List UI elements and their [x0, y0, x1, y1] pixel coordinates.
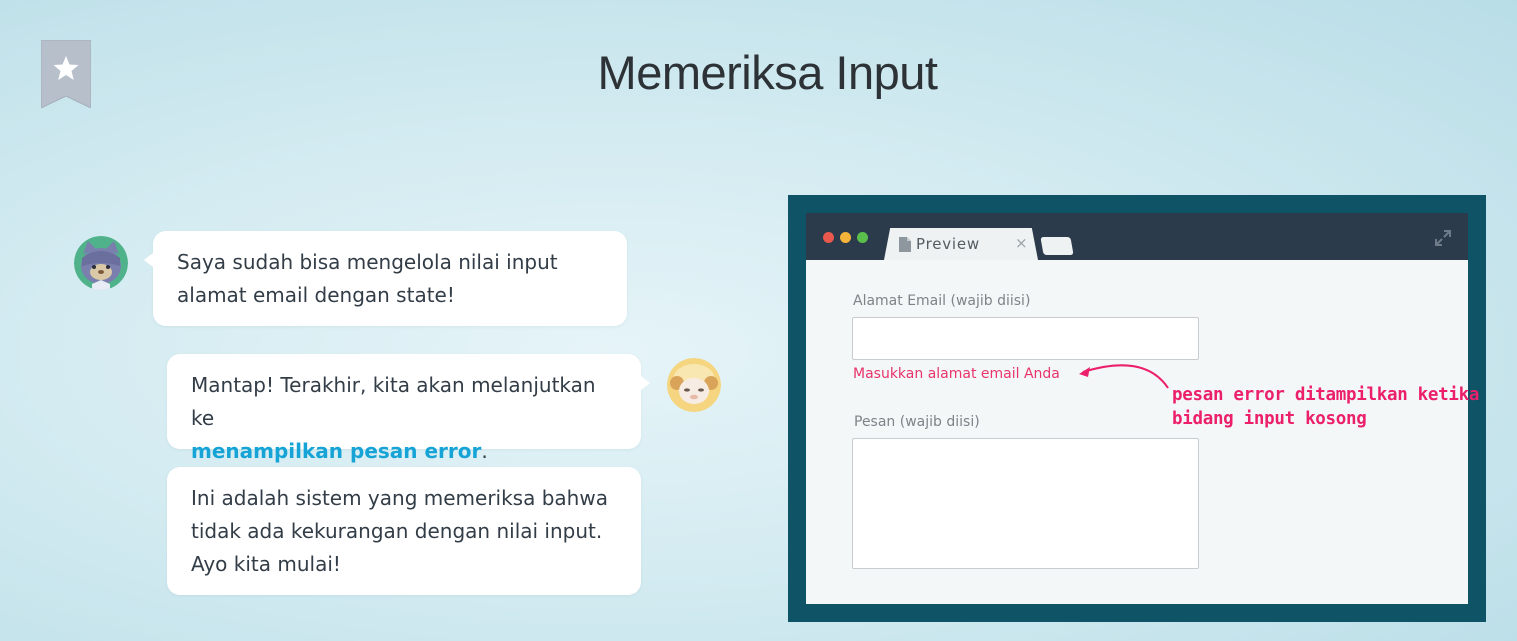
- chat-message-text: Mantap! Terakhir, kita akan melanjutkan …: [191, 373, 596, 430]
- message-textarea[interactable]: [852, 438, 1199, 569]
- curved-arrow-icon: [1079, 364, 1169, 389]
- chat-message-text: Ini adalah sistem yang memeriksa bahwa t…: [191, 486, 608, 576]
- chat-bubble-sheep-1: Mantap! Terakhir, kita akan melanjutkan …: [167, 354, 650, 463]
- highlight-text: menampilkan pesan error: [191, 439, 482, 463]
- new-tab-button[interactable]: [1040, 237, 1074, 255]
- chat-message-text-end: .: [481, 439, 488, 463]
- email-label: Alamat Email (wajib diisi): [853, 293, 1031, 309]
- file-icon: [899, 237, 911, 252]
- browser-titlebar: Preview ×: [806, 213, 1468, 260]
- email-error-message: Masukkan alamat email Anda: [853, 366, 1060, 382]
- close-dot-icon[interactable]: [823, 232, 834, 243]
- chat-bubble-sheep-2: Ini adalah sistem yang memeriksa bahwa t…: [167, 467, 641, 595]
- maximize-dot-icon[interactable]: [857, 232, 868, 243]
- email-field[interactable]: [852, 317, 1199, 360]
- minimize-dot-icon[interactable]: [840, 232, 851, 243]
- chat-bubble-cat: Saya sudah bisa mengelola nilai input al…: [144, 231, 627, 326]
- tab-label: Preview: [916, 235, 980, 253]
- chat-message-text: Saya sudah bisa mengelola nilai input al…: [177, 250, 558, 307]
- page-title: Memeriksa Input: [597, 46, 938, 99]
- tab-close-icon[interactable]: ×: [1015, 234, 1028, 252]
- message-label: Pesan (wajib diisi): [854, 414, 980, 430]
- error-annotation: pesan error ditampilkan ketika bidang in…: [1172, 385, 1480, 429]
- sheep-avatar: [667, 358, 721, 412]
- cat-avatar: [74, 236, 128, 290]
- expand-icon[interactable]: [1435, 230, 1451, 246]
